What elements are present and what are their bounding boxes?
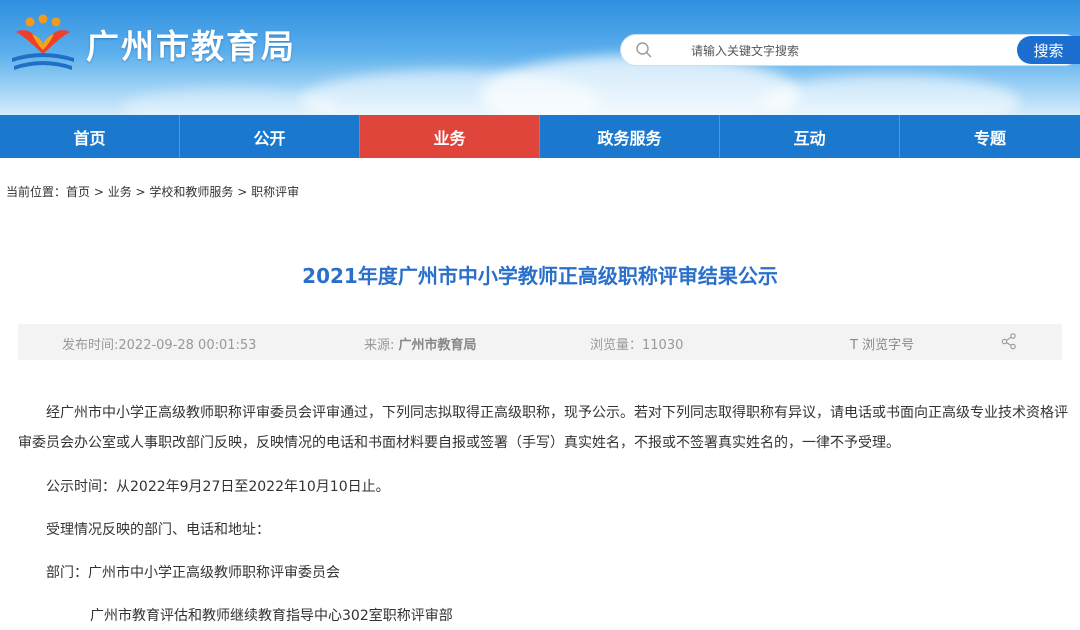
article-source: 来源: 广州市教育局 [364, 334, 477, 353]
nav-item-public[interactable]: 公开 [180, 115, 360, 158]
site-logo-icon[interactable] [10, 14, 76, 74]
nav-item-home[interactable]: 首页 [0, 115, 180, 158]
search-button[interactable]: 搜索 [1017, 36, 1080, 64]
font-size-toggle[interactable]: T 浏览字号 [850, 334, 914, 353]
article-paragraph: 公示时间：从2022年9月27日至2022年10月10日止。 [46, 479, 390, 495]
breadcrumb-prefix: 当前位置： [6, 185, 67, 199]
search-input[interactable] [691, 42, 991, 60]
nav-item-topics[interactable]: 专题 [900, 115, 1080, 158]
breadcrumb-item-home[interactable]: 首页 [66, 185, 90, 199]
view-count: 浏览量：11030 [590, 338, 684, 353]
search-box [620, 34, 1080, 66]
breadcrumb-item-school-teacher[interactable]: 学校和教师服务 [149, 185, 233, 199]
nav-item-interaction[interactable]: 互动 [720, 115, 900, 158]
article-meta-bar: 发布时间:2022-09-28 00:01:53 来源: 广州市教育局 浏览量：… [18, 324, 1062, 360]
breadcrumb-separator: > [233, 185, 252, 199]
breadcrumb-separator: > [131, 185, 150, 199]
main-nav: 首页 公开 业务 政务服务 互动 专题 [0, 115, 1080, 158]
breadcrumb: 当前位置：首页 > 业务 > 学校和教师服务 > 职称评审 [6, 183, 299, 200]
cloud-decoration [760, 75, 1020, 115]
share-icon[interactable] [1000, 332, 1018, 350]
article-title: 2021年度广州市中小学教师正高级职称评审结果公示 [302, 264, 778, 288]
nav-item-business[interactable]: 业务 [360, 115, 540, 158]
site-title[interactable]: 广州市教育局 [86, 20, 296, 68]
publish-time: 发布时间:2022-09-28 00:01:53 [62, 338, 257, 353]
article-paragraph: 经广州市中小学正高级教师职称评审委员会评审通过，下列同志拟取得正高级职称，现予公… [18, 405, 1068, 451]
article-paragraph: 广州市教育评估和教师继续教育指导中心302室职称评审部 [90, 608, 453, 624]
nav-item-gov-services[interactable]: 政务服务 [540, 115, 720, 158]
article-paragraph: 部门：广州市中小学正高级教师职称评审委员会 [46, 565, 340, 581]
article-body: 经广州市中小学正高级教师职称评审委员会评审通过，下列同志拟取得正高级职称，现予公… [18, 398, 1068, 624]
breadcrumb-item-title-review[interactable]: 职称评审 [251, 185, 299, 199]
source-value: 广州市教育局 [398, 338, 477, 353]
breadcrumb-separator: > [90, 185, 108, 199]
header-banner: 广州市教育局 搜索 [0, 0, 1080, 115]
search-icon [636, 42, 652, 58]
breadcrumb-item-business[interactable]: 业务 [108, 185, 132, 199]
article-paragraph: 受理情况反映的部门、电话和地址： [46, 522, 270, 538]
source-label: 来源: [364, 338, 399, 353]
